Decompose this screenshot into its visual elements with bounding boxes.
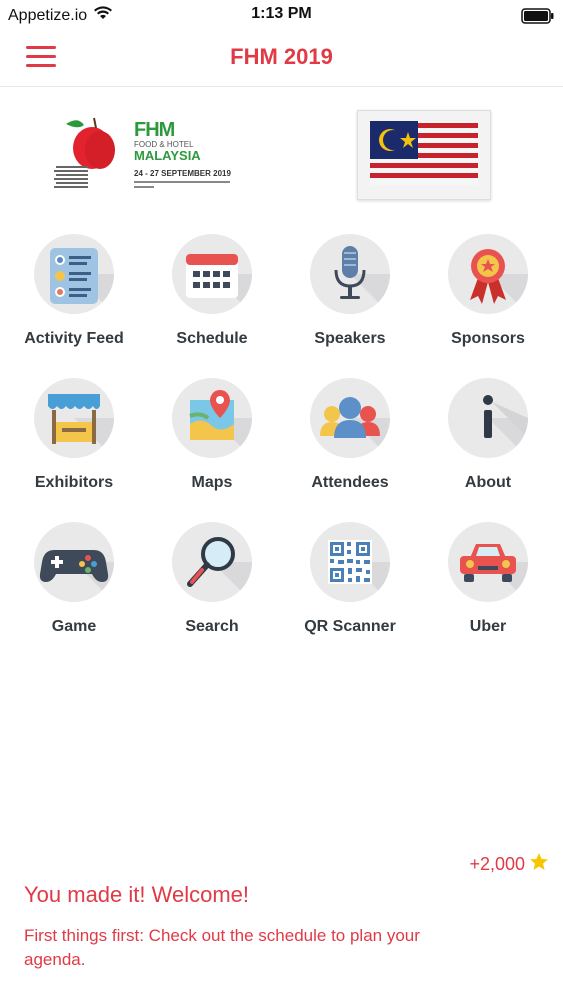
menu-item-label: Sponsors: [451, 330, 525, 347]
qr-code-icon: [310, 522, 390, 602]
menu-item-label: Uber: [469, 618, 507, 635]
award-ribbon-icon: [448, 234, 528, 314]
menu-item-label: Search: [185, 618, 239, 635]
menu-item-qr-scanner[interactable]: QR Scanner: [281, 518, 419, 662]
menu-item-schedule[interactable]: Schedule: [143, 230, 281, 374]
magnifier-icon: [172, 522, 252, 602]
booth-icon: [34, 378, 114, 458]
menu-grid: Activity Feed Schedule Speakers Sponsors…: [5, 230, 558, 662]
menu-item-attendees[interactable]: Attendees: [281, 374, 419, 518]
menu-item-uber[interactable]: Uber: [419, 518, 557, 662]
star-icon: [529, 852, 549, 877]
gamepad-icon: [34, 522, 114, 602]
menu-item-sponsors[interactable]: Sponsors: [419, 230, 557, 374]
menu-item-search[interactable]: Search: [143, 518, 281, 662]
points-badge: +2,000: [469, 852, 549, 877]
status-bar: Appetize.io 1:13 PM: [0, 0, 563, 30]
logo-line2: MALAYSIA: [134, 148, 201, 163]
menu-item-label: Schedule: [176, 330, 248, 347]
menu-item-label: Game: [51, 618, 97, 635]
people-icon: [310, 378, 390, 458]
welcome-body: First things first: Check out the schedu…: [24, 926, 420, 969]
menu-item-maps[interactable]: Maps: [143, 374, 281, 518]
menu-item-label: About: [464, 474, 512, 491]
menu-item-exhibitors[interactable]: Exhibitors: [5, 374, 143, 518]
menu-item-speakers[interactable]: Speakers: [281, 230, 419, 374]
points-value: +2,000: [469, 854, 525, 874]
malaysia-flag-image: [357, 110, 491, 200]
menu-item-label: Exhibitors: [34, 474, 114, 491]
map-pin-icon: [172, 378, 252, 458]
logo-brand: FHM: [134, 119, 175, 141]
calendar-icon: [172, 234, 252, 314]
welcome-title: You made it! Welcome!: [24, 882, 250, 907]
car-icon: [448, 522, 528, 602]
info-icon: [448, 378, 528, 458]
menu-item-label: Maps: [191, 474, 233, 491]
logo-dates: 24 - 27 SEPTEMBER 2019: [134, 169, 231, 178]
menu-item-game[interactable]: Game: [5, 518, 143, 662]
status-time: 1:13 PM: [251, 5, 312, 22]
menu-item-label: QR Scanner: [304, 618, 396, 635]
event-banner: FHM FOOD & HOTEL MALAYSIA 24 - 27 SEPTEM…: [0, 98, 563, 208]
menu-item-label: Activity Feed: [24, 330, 124, 347]
nav-bar: FHM 2019: [0, 30, 563, 87]
menu-item-label: Speakers: [314, 330, 386, 347]
battery-icon: [521, 8, 555, 29]
microphone-icon: [310, 234, 390, 314]
menu-item-activity-feed[interactable]: Activity Feed: [5, 230, 143, 374]
activity-feed-icon: [34, 234, 114, 314]
page-title: FHM 2019: [230, 44, 333, 69]
menu-item-about[interactable]: About: [419, 374, 557, 518]
app-screen: Appetize.io 1:13 PM FHM 2019 FHM FOOD & …: [0, 0, 563, 1000]
fhm-logo: FHM FOOD & HOTEL MALAYSIA 24 - 27 SEPTEM…: [52, 106, 252, 196]
menu-item-label: Attendees: [311, 474, 389, 491]
